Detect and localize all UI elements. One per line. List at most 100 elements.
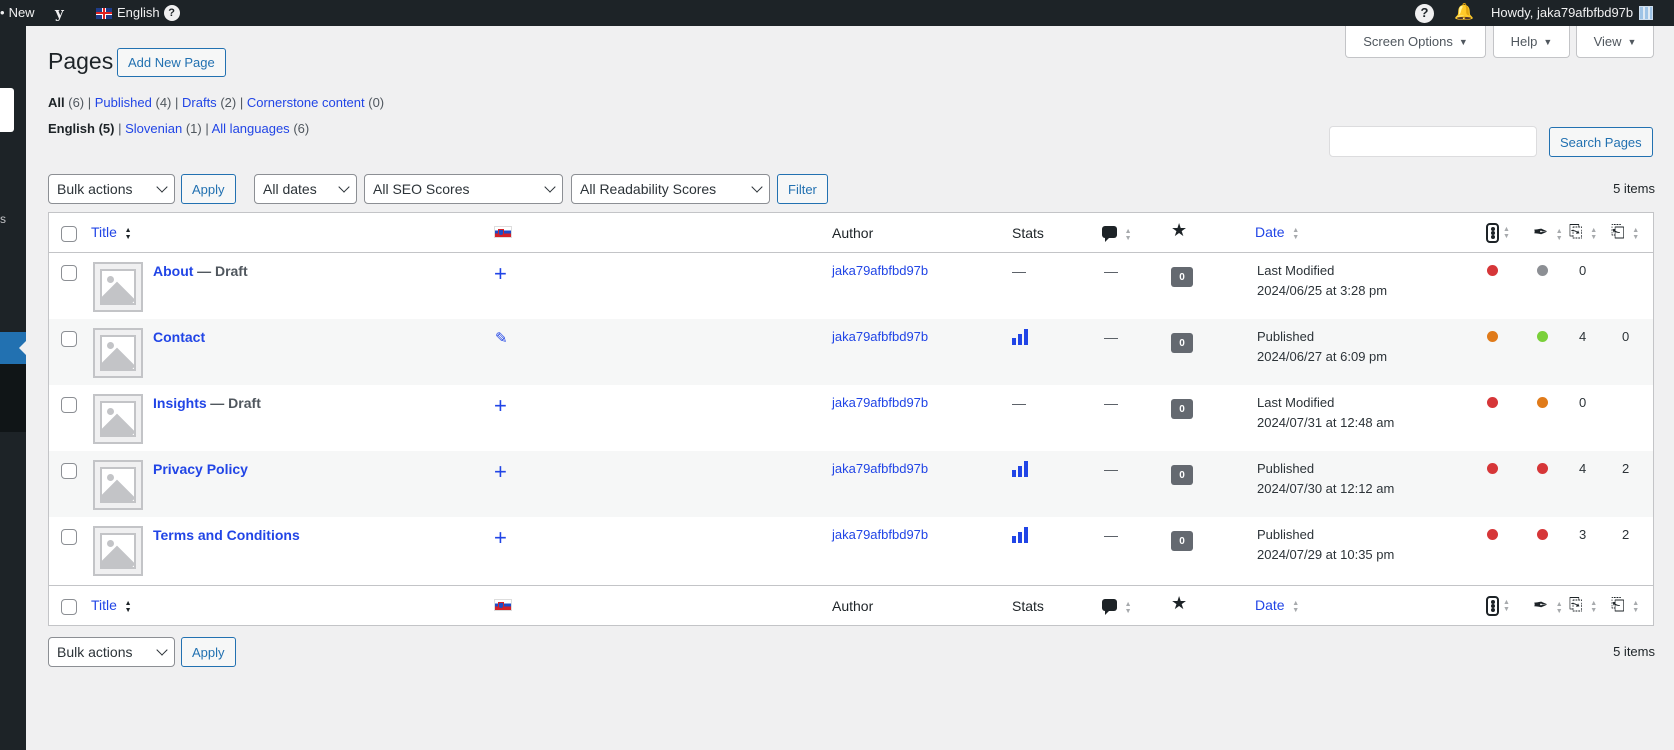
search-pages-button[interactable]: Search Pages (1549, 127, 1653, 157)
new-content-menu[interactable]: • New (0, 0, 35, 26)
author-link[interactable]: jaka79afbfbd97b (832, 527, 928, 542)
language-switcher[interactable]: English ? (96, 0, 180, 26)
table-row: Insights — Draft + jaka79afbfbd97b — — 0… (49, 385, 1653, 451)
readability-column-header[interactable]: ✒ ▲ ▼ (1533, 222, 1563, 243)
sort-icon: ▲ ▼ (124, 226, 132, 241)
title-column-header[interactable]: Title ▲ ▼ (91, 224, 132, 241)
dates-select[interactable]: All dates (254, 174, 357, 204)
readability-score-dot (1537, 265, 1548, 276)
separator: | (87, 95, 95, 110)
apply-button-bottom[interactable]: Apply (181, 637, 236, 667)
caret-down-icon: ▼ (1543, 36, 1553, 47)
sort-icon: ▲ ▼ (1632, 226, 1640, 241)
seo-score-dot (1487, 265, 1498, 276)
add-translation-icon[interactable]: + (494, 461, 507, 483)
date-column-header[interactable]: Date ▲ ▼ (1255, 224, 1299, 241)
title-column-footer[interactable]: Title ▲ ▼ (91, 597, 132, 614)
row-checkbox[interactable] (61, 463, 77, 479)
row-title-link[interactable]: Privacy Policy (153, 461, 248, 477)
row-checkbox[interactable] (61, 529, 77, 545)
search-input[interactable] (1329, 126, 1537, 157)
comments-value: — (1104, 527, 1118, 543)
seo-scores-select[interactable]: All SEO Scores (364, 174, 563, 204)
row-checkbox[interactable] (61, 265, 77, 281)
outgoing-links-column-footer[interactable]: ⎘ ▲ ▼ (1569, 595, 1597, 615)
add-translation-icon[interactable]: + (494, 395, 507, 417)
author-link[interactable]: jaka79afbfbd97b (832, 395, 928, 410)
date-column-footer[interactable]: Date ▲ ▼ (1255, 597, 1299, 614)
outgoing-links-count: 4 (1579, 461, 1587, 476)
seo-score-column-footer[interactable]: ▲ ▼ (1486, 596, 1510, 616)
add-translation-icon[interactable]: + (494, 263, 507, 285)
notifications-menu[interactable]: 🔔 (1454, 0, 1474, 26)
row-checkbox[interactable] (61, 397, 77, 413)
incoming-links-column-footer[interactable]: ⎗ ▲ ▼ (1611, 595, 1639, 615)
filter-published[interactable]: Published (95, 95, 152, 110)
row-title-link[interactable]: Contact (153, 329, 205, 345)
comments-value: — (1104, 461, 1118, 477)
comments-column-header[interactable]: ▲ ▼ (1102, 226, 1132, 242)
lang-filter-english[interactable]: English (48, 121, 95, 136)
select-all-checkbox[interactable] (61, 226, 77, 242)
bulk-actions-select-bottom[interactable]: Bulk actions (48, 637, 175, 667)
readability-scores-select[interactable]: All Readability Scores (571, 174, 770, 204)
filter-all[interactable]: All (48, 95, 65, 110)
select-all-checkbox-footer[interactable] (61, 599, 77, 615)
view-tab-button[interactable]: View ▼ (1576, 26, 1654, 58)
date-value: 2024/07/31 at 12:48 am (1257, 415, 1395, 430)
outgoing-links-count: 0 (1579, 263, 1587, 278)
question-icon[interactable]: ? (163, 5, 180, 21)
row-title-link[interactable]: Insights (153, 395, 207, 411)
add-translation-icon[interactable]: + (494, 527, 507, 549)
author-link[interactable]: jaka79afbfbd97b (832, 329, 928, 344)
filter-drafts[interactable]: Drafts (182, 95, 217, 110)
cornerstone-badge: 0 (1171, 465, 1193, 485)
yoast-menu[interactable]: y (55, 0, 64, 26)
admin-bar: • New y English ? ? 🔔 Howdy, jaka79afbfb… (0, 0, 1674, 26)
author-link[interactable]: jaka79afbfbd97b (832, 461, 928, 476)
row-title-link[interactable]: About (153, 263, 193, 279)
stats-bars-icon[interactable] (1012, 329, 1028, 345)
help-tab-button[interactable]: Help ▼ (1493, 26, 1570, 58)
account-menu[interactable]: Howdy, jaka79afbfbd97b (1491, 0, 1654, 26)
row-checkbox[interactable] (61, 331, 77, 347)
seo-score-column-header[interactable]: ▲ ▼ (1486, 223, 1510, 243)
edit-translation-icon[interactable]: ✎ (495, 329, 508, 347)
date-status: Last Modified (1257, 263, 1335, 278)
feather-icon: ✒ (1533, 222, 1549, 242)
date-cell: Last Modified 2024/07/31 at 12:48 am (1257, 393, 1394, 433)
bulk-actions-value: Bulk actions (57, 181, 133, 197)
seo-score-dot (1487, 397, 1498, 408)
screen-options-button[interactable]: Screen Options ▼ (1345, 26, 1486, 58)
sidebar-item-partial[interactable]: s (0, 212, 6, 226)
stats-bars-icon[interactable] (1012, 527, 1028, 543)
sort-icon: ▲ ▼ (1555, 600, 1563, 615)
view-label: View (1593, 34, 1622, 49)
uk-flag-icon (96, 7, 112, 19)
sidebar-item-pages[interactable] (0, 332, 26, 364)
apply-button[interactable]: Apply (181, 174, 236, 204)
readability-score-dot (1537, 463, 1548, 474)
outgoing-links-column-header[interactable]: ⎘ ▲ ▼ (1569, 222, 1597, 242)
comments-column-footer[interactable]: ▲ ▼ (1102, 599, 1132, 615)
incoming-links-column-header[interactable]: ⎗ ▲ ▼ (1611, 222, 1639, 242)
bulk-actions-select[interactable]: Bulk actions (48, 174, 175, 204)
row-title-link[interactable]: Terms and Conditions (153, 527, 300, 543)
help-menu[interactable]: ? (1411, 0, 1434, 26)
date-cell: Last Modified 2024/06/25 at 3:28 pm (1257, 261, 1387, 301)
lang-filter-all[interactable]: All languages (212, 121, 290, 136)
language-label: English (117, 5, 160, 20)
author-link[interactable]: jaka79afbfbd97b (832, 263, 928, 278)
filter-button[interactable]: Filter (777, 174, 828, 204)
sidebar-search-field[interactable] (0, 88, 14, 132)
stats-bars-icon[interactable] (1012, 461, 1028, 477)
date-value: 2024/07/30 at 12:12 am (1257, 481, 1395, 496)
lang-filter-slovenian[interactable]: Slovenian (125, 121, 182, 136)
star-icon: ★ (1171, 593, 1188, 613)
add-new-page-button[interactable]: Add New Page (117, 48, 226, 77)
readability-column-footer[interactable]: ✒ ▲ ▼ (1533, 595, 1563, 616)
sort-icon: ▲ ▼ (1124, 227, 1132, 242)
featured-image-placeholder (93, 262, 143, 312)
feather-icon: ✒ (1533, 595, 1549, 615)
filter-cornerstone[interactable]: Cornerstone content (247, 95, 365, 110)
